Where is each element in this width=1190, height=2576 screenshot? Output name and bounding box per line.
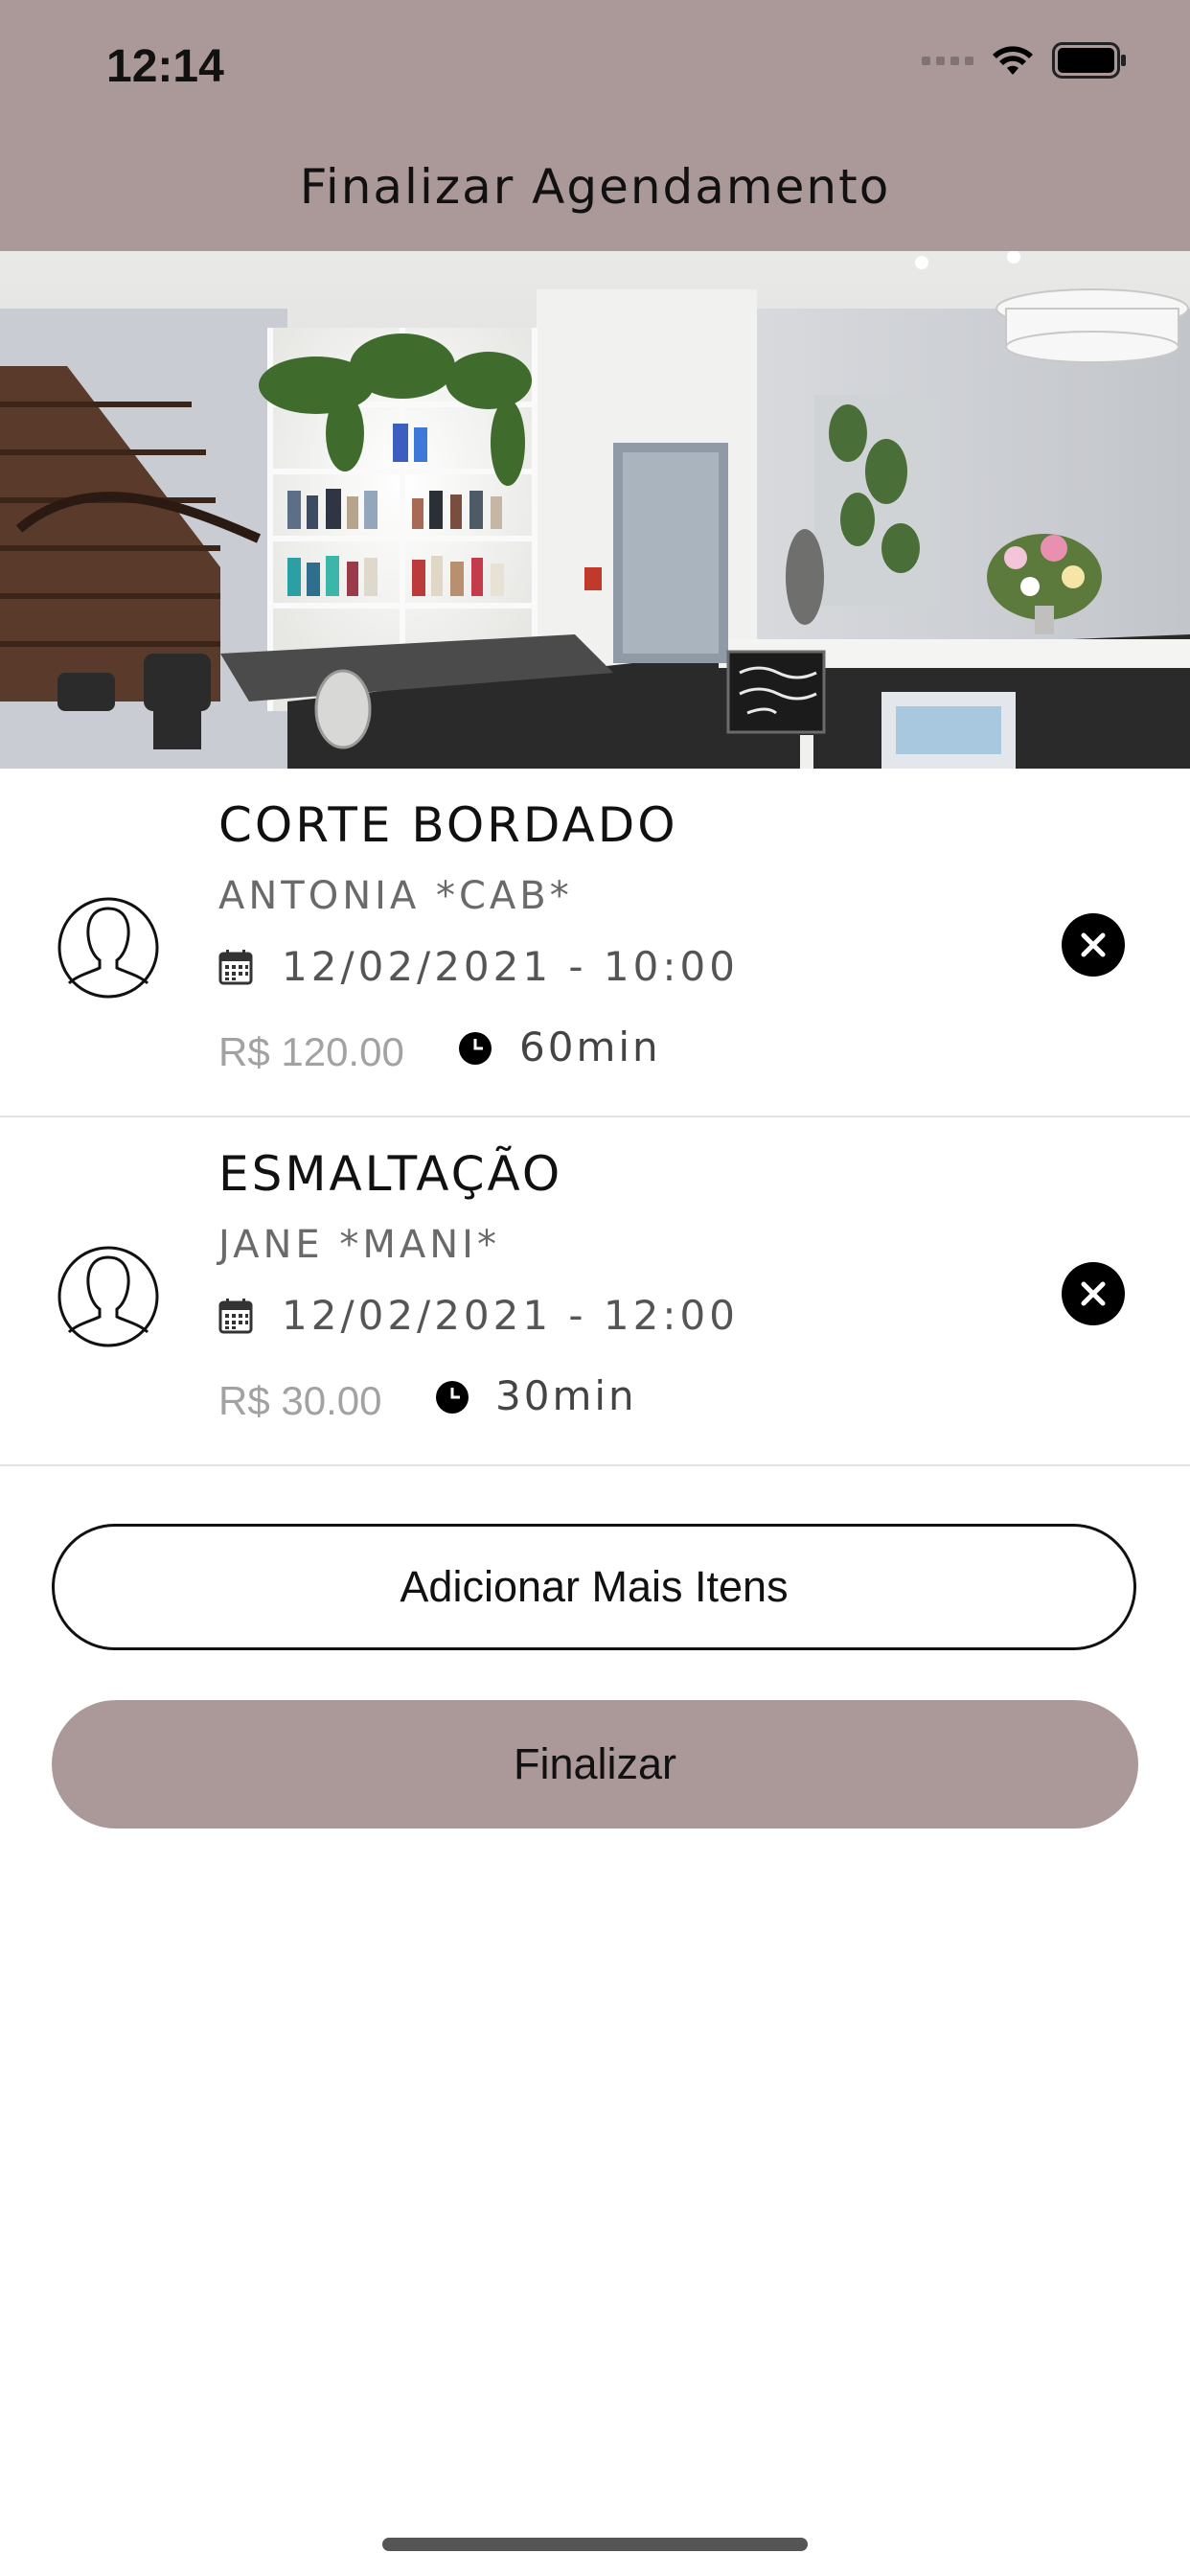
page-title: Finalizar Agendamento bbox=[299, 159, 891, 215]
salon-interior-image bbox=[0, 251, 1190, 769]
finish-button[interactable]: Finalizar bbox=[52, 1700, 1138, 1828]
status-time: 12:14 bbox=[106, 41, 224, 92]
duration-text: 30min bbox=[495, 1372, 637, 1419]
price-text: R$ 30.00 bbox=[218, 1378, 382, 1423]
professional-name: ANTONIA *CAB* bbox=[218, 874, 573, 918]
service-name: CORTE BORDADO bbox=[218, 797, 678, 853]
date-time-text: 12/02/2021 - 10:00 bbox=[282, 943, 739, 990]
cart-item: ESMALTAÇÃO JANE *MANI* 12/02/2021 - 12:0… bbox=[0, 1117, 1190, 1466]
navigation-bar: 12:14 Finalizar Agendamento bbox=[0, 0, 1190, 251]
home-indicator[interactable] bbox=[382, 2538, 808, 2551]
appointment-datetime: 12/02/2021 - 12:00 bbox=[218, 1292, 739, 1339]
price-text: R$ 120.00 bbox=[218, 1029, 404, 1074]
cart-item: CORTE BORDADO ANTONIA *CAB* 12/02/2021 -… bbox=[0, 769, 1190, 1117]
appointment-datetime: 12/02/2021 - 10:00 bbox=[218, 943, 739, 990]
calendar-icon bbox=[218, 949, 253, 984]
add-more-items-button[interactable]: Adicionar Mais Itens bbox=[52, 1524, 1136, 1650]
close-icon bbox=[1081, 932, 1106, 957]
battery-icon bbox=[1052, 42, 1126, 79]
user-silhouette-icon bbox=[57, 897, 159, 999]
remove-item-button[interactable] bbox=[1062, 1262, 1125, 1325]
service-name: ESMALTAÇÃO bbox=[218, 1146, 563, 1202]
duration-text: 60min bbox=[519, 1024, 661, 1070]
signal-icon bbox=[922, 56, 973, 65]
status-indicators bbox=[922, 42, 1127, 79]
clock-icon bbox=[436, 1381, 469, 1414]
date-time-text: 12/02/2021 - 12:00 bbox=[282, 1292, 739, 1339]
calendar-icon bbox=[218, 1298, 253, 1333]
wifi-icon bbox=[993, 46, 1033, 75]
professional-name: JANE *MANI* bbox=[218, 1223, 500, 1267]
user-silhouette-icon bbox=[57, 1246, 159, 1347]
salon-photo bbox=[0, 251, 1190, 769]
close-icon bbox=[1081, 1281, 1106, 1306]
clock-icon bbox=[459, 1032, 492, 1065]
remove-item-button[interactable] bbox=[1062, 913, 1125, 977]
